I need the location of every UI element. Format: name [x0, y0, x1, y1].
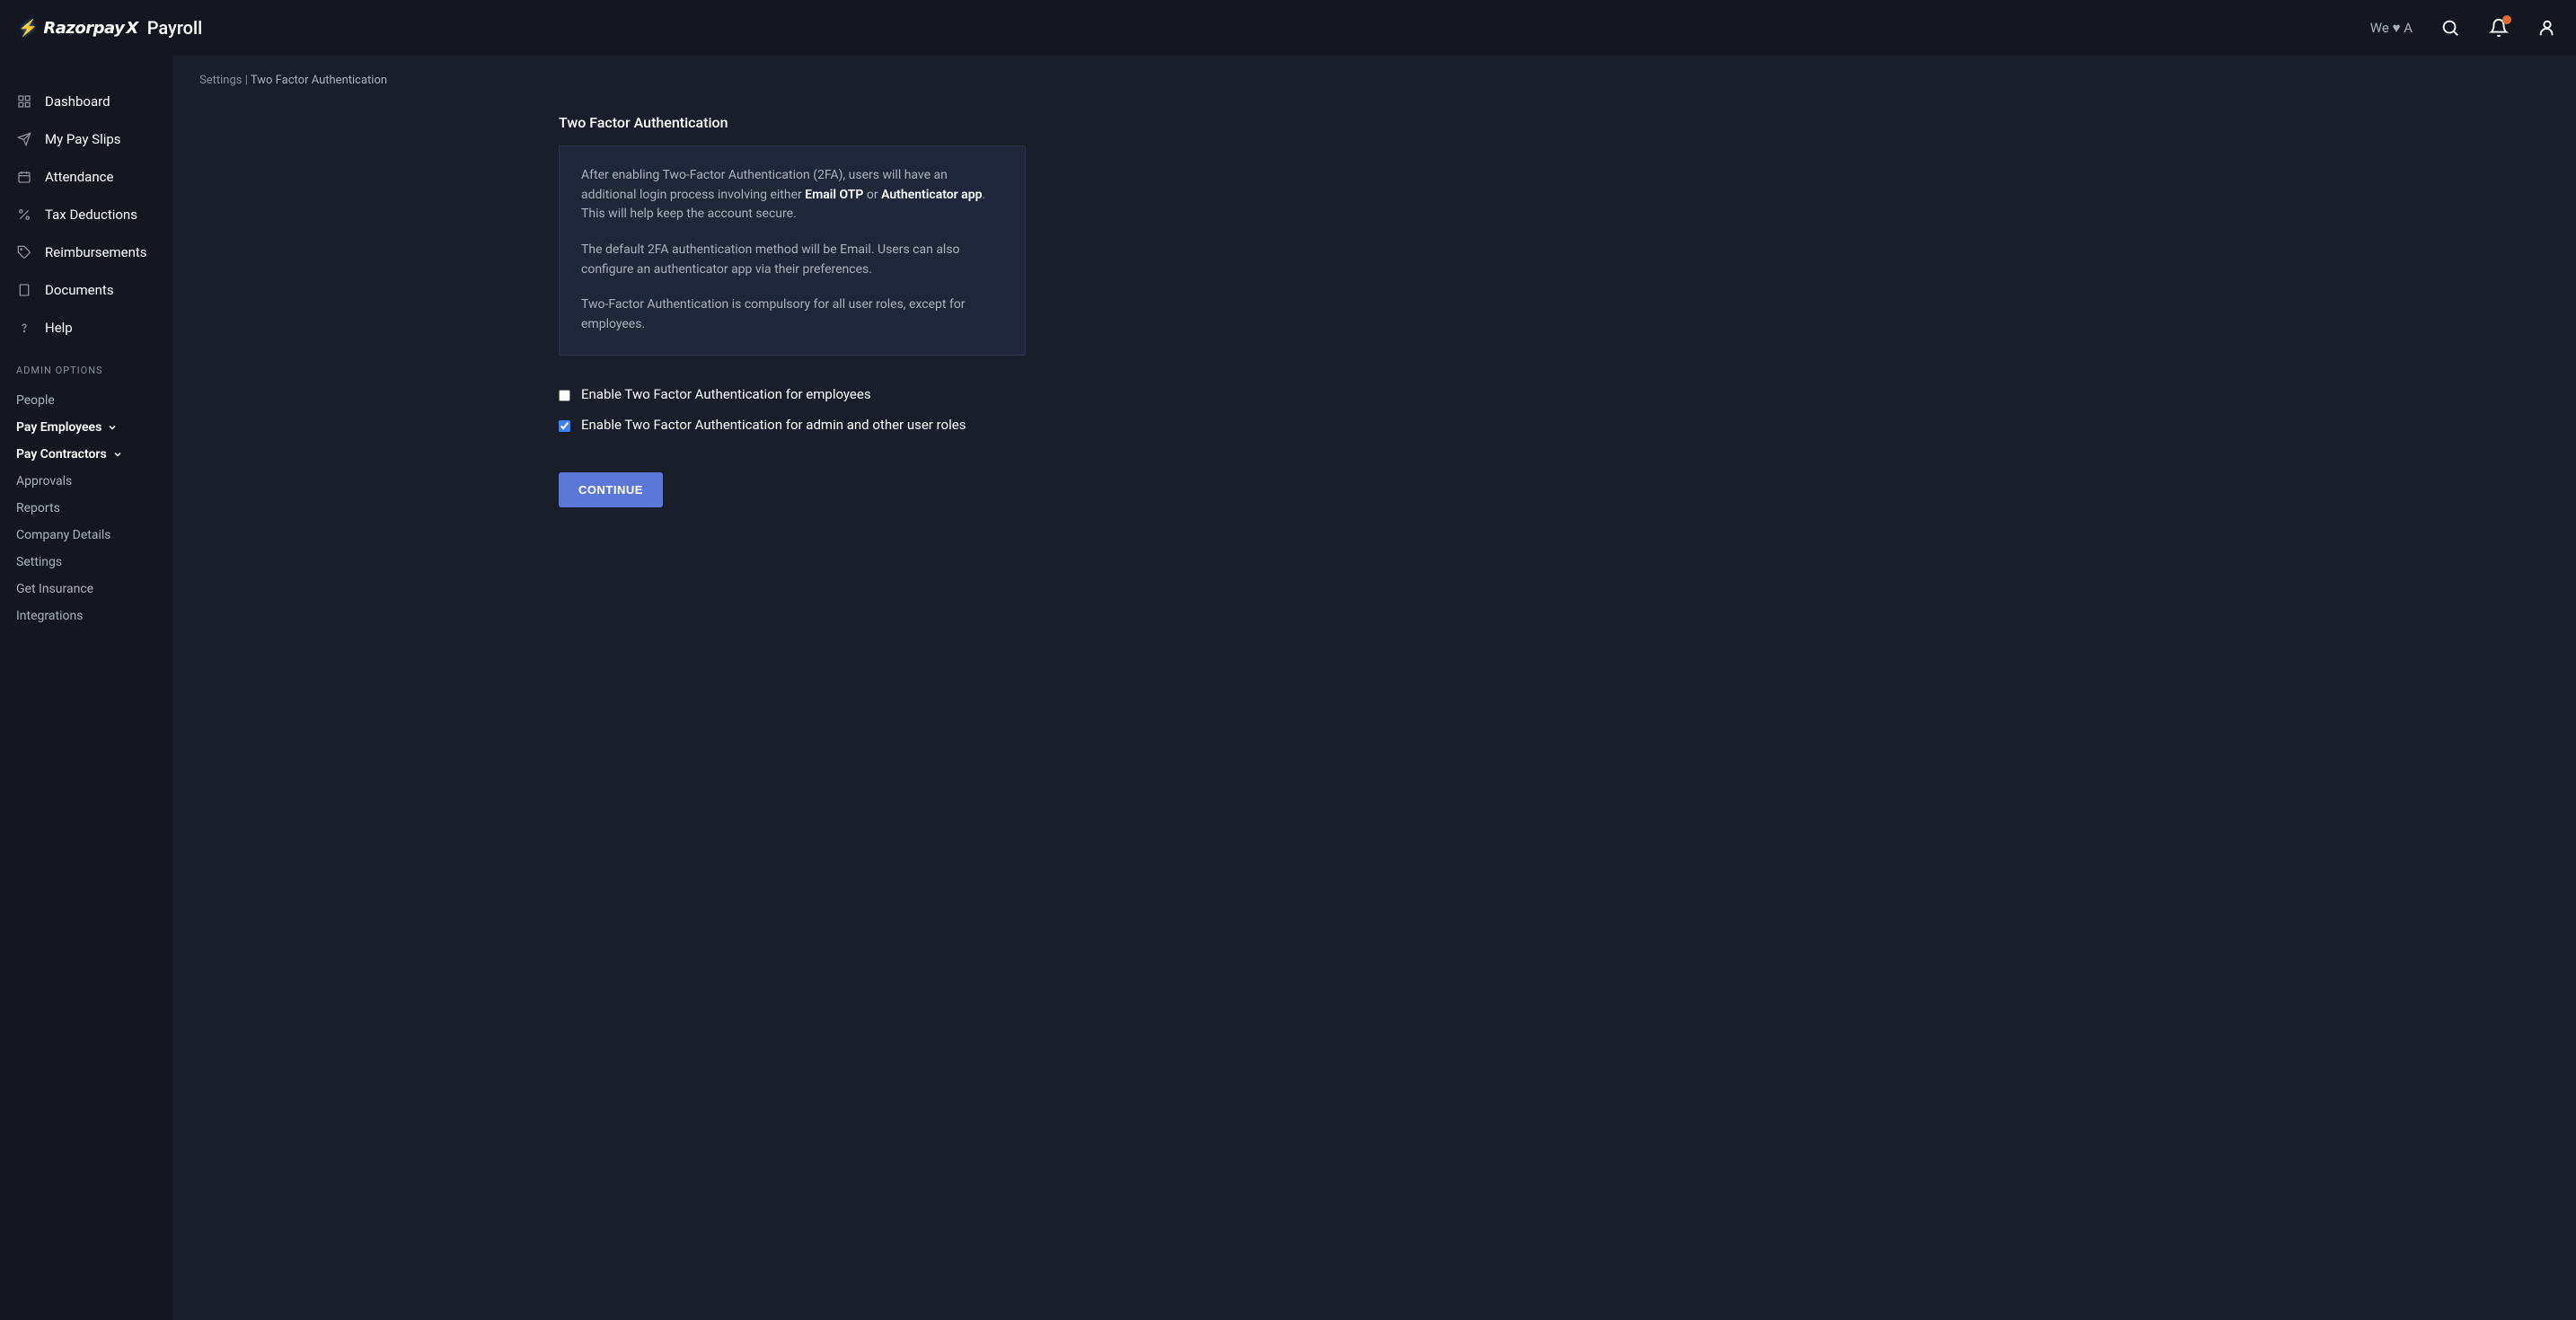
admin-link-label: Settings	[16, 555, 62, 569]
sidebar-item-label: Help	[45, 320, 73, 336]
tagline: We ♥ A	[2370, 20, 2413, 36]
breadcrumb-current: Two Factor Authentication	[251, 74, 387, 87]
checkbox-label: Enable Two Factor Authentication for emp…	[581, 386, 871, 402]
admin-link-label: Company Details	[16, 528, 111, 542]
chevron-down-icon	[112, 449, 123, 460]
checkbox-input[interactable]	[559, 420, 570, 432]
info-strong: Authenticator app	[881, 188, 982, 202]
document-icon	[16, 282, 32, 298]
sidebar: Dashboard My Pay Slips Attendance Tax De…	[0, 56, 172, 1320]
admin-link-settings[interactable]: Settings	[16, 549, 156, 576]
tagline-prefix: We	[2370, 20, 2389, 36]
user-icon	[2537, 18, 2557, 38]
admin-link-pay-contractors[interactable]: Pay Contractors	[16, 441, 156, 468]
admin-section: ADMIN OPTIONS People Pay Employees Pay C…	[0, 347, 172, 629]
sidebar-item-tax-deductions[interactable]: Tax Deductions	[0, 196, 172, 233]
app-header: ⚡ RazorpayX Payroll We ♥ A	[0, 0, 2576, 56]
logo-brand-x: X	[126, 19, 137, 38]
admin-link-label: Pay Employees	[16, 420, 101, 435]
admin-link-approvals[interactable]: Approvals	[16, 468, 156, 495]
sidebar-item-help[interactable]: Help	[0, 309, 172, 347]
sidebar-item-label: Reimbursements	[45, 244, 147, 260]
admin-link-get-insurance[interactable]: Get Insurance	[16, 576, 156, 603]
admin-link-reports[interactable]: Reports	[16, 495, 156, 522]
info-text: or	[863, 188, 881, 202]
admin-link-label: Pay Contractors	[16, 447, 107, 462]
notifications-button[interactable]	[2488, 17, 2510, 39]
help-icon	[16, 320, 32, 336]
bolt-icon: ⚡	[18, 19, 38, 38]
checkbox-enable-employees[interactable]: Enable Two Factor Authentication for emp…	[559, 386, 1026, 402]
profile-button[interactable]	[2536, 17, 2558, 39]
admin-link-label: Approvals	[16, 474, 72, 488]
logo-brand: RazorpayX	[43, 19, 137, 38]
sidebar-item-label: Dashboard	[45, 93, 110, 110]
info-card: After enabling Two-Factor Authentication…	[559, 145, 1026, 356]
main-content: Settings | Two Factor Authentication Two…	[172, 56, 2576, 1320]
sidebar-item-reimbursements[interactable]: Reimbursements	[0, 233, 172, 271]
page-title: Two Factor Authentication	[559, 114, 1026, 131]
tag-icon	[16, 244, 32, 260]
send-icon	[16, 131, 32, 147]
admin-link-label: Get Insurance	[16, 582, 93, 596]
breadcrumb-separator: |	[245, 74, 248, 87]
search-icon	[2440, 18, 2460, 38]
checkbox-enable-admin[interactable]: Enable Two Factor Authentication for adm…	[559, 417, 1026, 433]
admin-header: ADMIN OPTIONS	[16, 365, 156, 376]
info-paragraph-1: After enabling Two-Factor Authentication…	[581, 166, 1003, 224]
admin-link-label: Reports	[16, 501, 60, 515]
sidebar-item-label: Tax Deductions	[45, 207, 137, 223]
heart-icon: ♥	[2393, 20, 2401, 36]
sidebar-item-label: Attendance	[45, 169, 113, 185]
logo-product: Payroll	[147, 17, 202, 39]
admin-link-label: People	[16, 393, 55, 408]
search-button[interactable]	[2439, 17, 2461, 39]
checkbox-options: Enable Two Factor Authentication for emp…	[559, 386, 1026, 433]
sidebar-item-pay-slips[interactable]: My Pay Slips	[0, 120, 172, 158]
sidebar-item-label: Documents	[45, 282, 114, 298]
sidebar-item-dashboard[interactable]: Dashboard	[0, 83, 172, 120]
continue-button[interactable]: CONTINUE	[559, 472, 663, 507]
info-paragraph-3: Two-Factor Authentication is compulsory …	[581, 295, 1003, 334]
info-strong: Email OTP	[805, 188, 863, 202]
admin-link-label: Integrations	[16, 609, 83, 623]
admin-link-integrations[interactable]: Integrations	[16, 603, 156, 629]
sidebar-item-documents[interactable]: Documents	[0, 271, 172, 309]
grid-icon	[16, 93, 32, 110]
notification-dot-icon	[2502, 15, 2511, 24]
sidebar-item-attendance[interactable]: Attendance	[0, 158, 172, 196]
admin-link-people[interactable]: People	[16, 387, 156, 414]
logo[interactable]: ⚡ RazorpayX Payroll	[18, 17, 202, 39]
checkbox-label: Enable Two Factor Authentication for adm…	[581, 417, 966, 433]
logo-brand-prefix: Razorpay	[43, 19, 124, 38]
checkbox-input[interactable]	[559, 390, 570, 401]
breadcrumb-root[interactable]: Settings	[199, 74, 242, 87]
percent-icon	[16, 207, 32, 223]
chevron-down-icon	[107, 422, 118, 433]
calendar-icon	[16, 169, 32, 185]
tagline-suffix: A	[2404, 20, 2413, 36]
info-paragraph-2: The default 2FA authentication method wi…	[581, 241, 1003, 279]
sidebar-item-label: My Pay Slips	[45, 131, 121, 147]
admin-link-pay-employees[interactable]: Pay Employees	[16, 414, 156, 441]
breadcrumb: Settings | Two Factor Authentication	[199, 74, 2549, 87]
admin-link-company-details[interactable]: Company Details	[16, 522, 156, 549]
